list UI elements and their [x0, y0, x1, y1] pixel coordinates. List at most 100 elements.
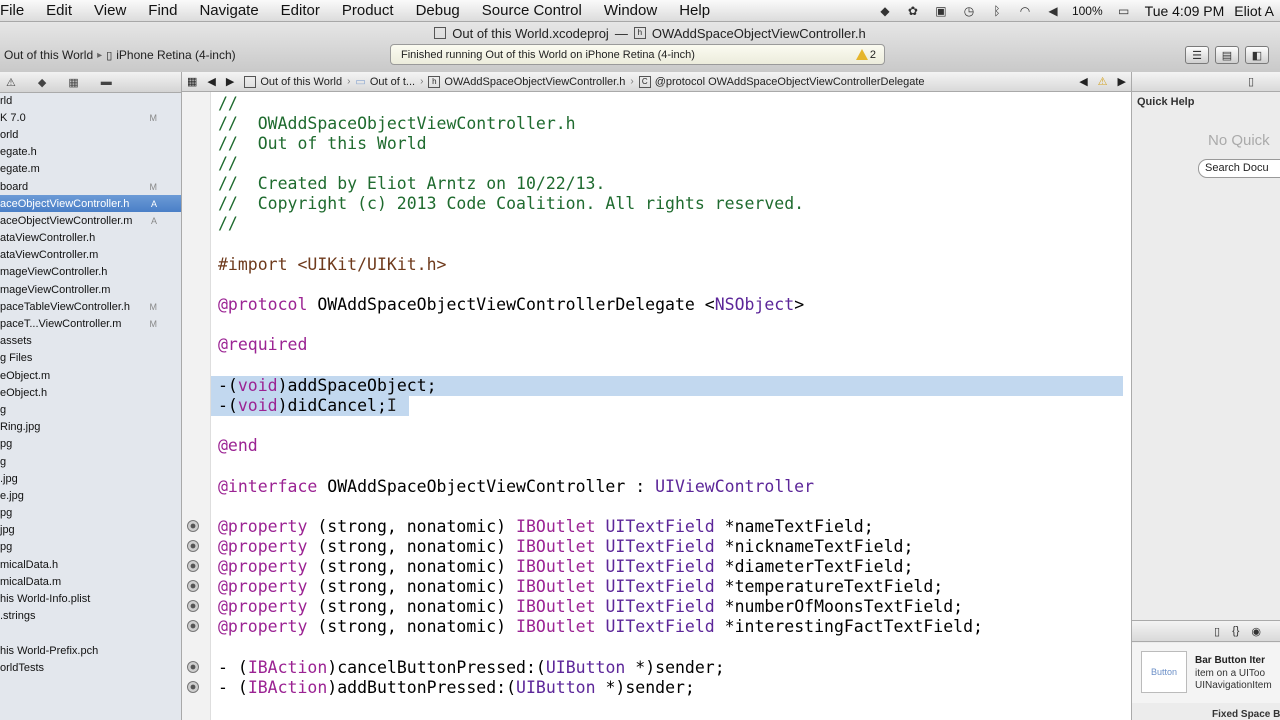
outlet-connection-icon[interactable] [187, 520, 199, 532]
jump-file[interactable]: h OWAddSpaceObjectViewController.h [423, 75, 630, 88]
jump-group[interactable]: ▭ Out of t... [350, 75, 420, 89]
method-name: )didCancel; [277, 396, 387, 415]
action-connection-icon[interactable] [187, 661, 199, 673]
jump-back-icon[interactable]: ◀ [1074, 75, 1092, 88]
scheme-target[interactable]: Out of this World [4, 48, 93, 62]
outlet-connection-icon[interactable] [187, 600, 199, 612]
wifi-icon[interactable]: ◠ [1016, 4, 1034, 18]
library-item-next[interactable]: Fixed Space Ba [1212, 709, 1280, 720]
outlet-connection-icon[interactable] [187, 620, 199, 632]
object-library-icon[interactable]: ◉ [1251, 625, 1261, 638]
library-item[interactable]: Button Bar Button Iter item on a UIToo U… [1132, 643, 1280, 703]
navigator-file-row[interactable]: orldTests [0, 659, 181, 676]
menu-debug[interactable]: Debug [405, 2, 471, 19]
navigator-file-row[interactable]: g [0, 453, 181, 470]
menu-find[interactable]: Find [137, 2, 188, 19]
navigator-file-row[interactable]: Ring.jpg [0, 419, 181, 436]
navigator-file-row[interactable]: egate.h [0, 144, 181, 161]
scheme-device[interactable]: iPhone Retina (4-inch) [116, 48, 235, 62]
navigator-file-row[interactable] [0, 625, 181, 642]
debug-area-toggle-icon[interactable]: ▤ [1215, 46, 1239, 64]
menu-source-control[interactable]: Source Control [471, 2, 593, 19]
navigator-file-row[interactable]: mageViewController.h [0, 264, 181, 281]
navigator-file-row[interactable]: pg [0, 505, 181, 522]
menu-editor[interactable]: Editor [270, 2, 331, 19]
warning-count: 2 [869, 48, 876, 61]
navigator-file-row[interactable]: board M [0, 178, 181, 195]
outlet-connection-icon[interactable] [187, 580, 199, 592]
code-line: // OWAddSpaceObjectViewController.h [218, 114, 576, 133]
source-editor[interactable]: // // OWAddSpaceObjectViewController.h /… [211, 92, 1131, 720]
jump-project[interactable]: Out of this World [239, 75, 347, 88]
navigator-file-row[interactable]: pg [0, 436, 181, 453]
menu-product[interactable]: Product [331, 2, 405, 19]
issue-warning-icon[interactable]: ⚠ [1093, 75, 1113, 88]
navigator-file-row[interactable]: g Files [0, 350, 181, 367]
scheme-selector[interactable]: Out of this World ▸ ▯ iPhone Retina (4-i… [0, 46, 236, 64]
navigator-file-row[interactable]: g [0, 401, 181, 418]
forward-arrow-icon[interactable]: ▶ [221, 75, 239, 88]
dropbox-icon[interactable]: ◆ [876, 4, 894, 18]
navigator-file-row[interactable]: orld [0, 126, 181, 143]
navigator-file-row[interactable]: rld [0, 92, 181, 109]
utilities-toggle-icon[interactable]: ◧ [1245, 46, 1269, 64]
editor-gutter[interactable] [182, 92, 211, 720]
navigator-file-row[interactable]: micalData.h [0, 556, 181, 573]
search-documentation-button[interactable]: Search Docu [1198, 159, 1280, 178]
navigator-file-row[interactable]: K 7.0 M [0, 109, 181, 126]
navigator-file-row[interactable]: his World-Prefix.pch [0, 642, 181, 659]
navigator-file-row[interactable]: .jpg [0, 470, 181, 487]
comment-nav-icon[interactable]: ▬ [101, 76, 112, 88]
navigator-file-row[interactable]: eObject.m [0, 367, 181, 384]
navigator-file-label: jpg [0, 524, 15, 537]
battery-icon[interactable]: ▭ [1113, 4, 1135, 18]
display-icon[interactable]: ▣ [932, 4, 950, 18]
file-inspector-icon[interactable]: ▯ [1248, 75, 1254, 88]
menu-navigate[interactable]: Navigate [188, 2, 269, 19]
method-name: )addSpaceObject; [277, 376, 437, 395]
textfield-type: UITextField [595, 597, 715, 616]
menu-edit[interactable]: Edit [35, 2, 83, 19]
back-arrow-icon[interactable]: ◀ [202, 75, 220, 88]
navigator-file-row[interactable]: his World-Info.plist [0, 590, 181, 607]
jump-symbol[interactable]: C @protocol OWAddSpaceObjectViewControlle… [634, 75, 930, 88]
outlet-connection-icon[interactable] [187, 560, 199, 572]
bluetooth-icon[interactable]: ᛒ [988, 4, 1006, 18]
menu-user[interactable]: Eliot A [1234, 3, 1274, 19]
warning-nav-icon[interactable]: ⚠ [6, 76, 16, 89]
jump-forward-icon[interactable]: ▶ [1113, 75, 1131, 88]
menu-view[interactable]: View [83, 2, 137, 19]
action-connection-icon[interactable] [187, 681, 199, 693]
navigator-file-row[interactable]: e.jpg [0, 487, 181, 504]
code-snippet-icon[interactable]: {} [1232, 625, 1239, 637]
navigator-file-row[interactable]: paceT...ViewController.m M [0, 315, 181, 332]
navigator-file-row[interactable]: paceTableViewController.h M [0, 298, 181, 315]
navigator-file-row[interactable]: micalData.m [0, 573, 181, 590]
file-template-icon[interactable]: ▯ [1214, 625, 1220, 638]
navigator-file-row[interactable]: assets [0, 333, 181, 350]
log-nav-icon[interactable]: ▦ [68, 76, 78, 89]
navigator-file-row[interactable]: ataViewController.m [0, 247, 181, 264]
navigator-file-row[interactable]: aceObjectViewController.h A [0, 195, 181, 213]
evernote-icon[interactable]: ✿ [904, 4, 922, 18]
volume-icon[interactable]: ◀ [1044, 4, 1062, 18]
navigator-toggle-icon[interactable]: ☰ [1185, 46, 1209, 64]
navigator-file-row[interactable]: .strings [0, 608, 181, 625]
protocol-name: OWAddSpaceObjectViewControllerDelegate < [307, 295, 715, 314]
outlet-connection-icon[interactable] [187, 540, 199, 552]
menu-window[interactable]: Window [593, 2, 668, 19]
warning-indicator[interactable]: 2 [855, 48, 876, 61]
navigator-file-row[interactable]: pg [0, 539, 181, 556]
navigator-file-row[interactable]: aceObjectViewController.m A [0, 212, 181, 229]
breakpoint-nav-icon[interactable]: ◆ [38, 76, 46, 89]
navigator-file-row[interactable]: mageViewController.m [0, 281, 181, 298]
navigator-file-row[interactable]: egate.m [0, 161, 181, 178]
navigator-file-row[interactable]: jpg [0, 522, 181, 539]
navigator-file-row[interactable]: ataViewController.h [0, 230, 181, 247]
related-items-icon[interactable]: ▦ [182, 75, 202, 88]
menu-clock[interactable]: Tue 4:09 PM [1145, 3, 1225, 19]
menu-help[interactable]: Help [668, 2, 721, 19]
navigator-file-row[interactable]: eObject.h [0, 384, 181, 401]
time-machine-icon[interactable]: ◷ [960, 4, 978, 18]
menu-file[interactable]: File [0, 2, 35, 19]
